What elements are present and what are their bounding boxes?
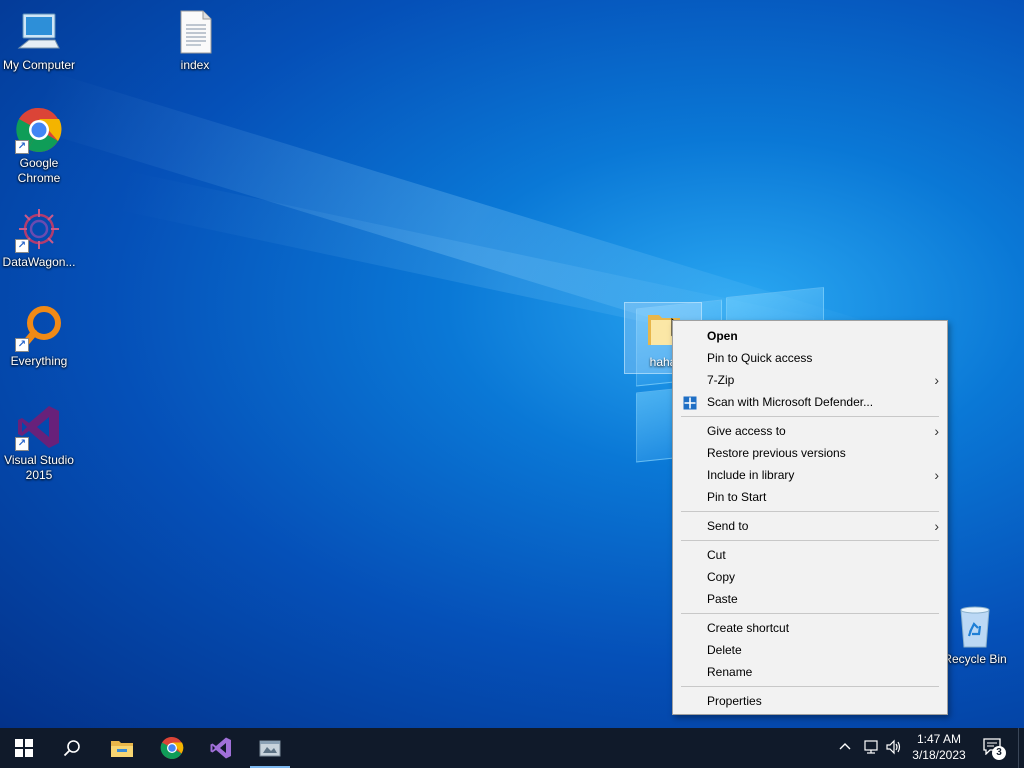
- menu-item-label: Include in library: [707, 468, 795, 482]
- taskbar-chrome[interactable]: [148, 728, 196, 768]
- menu-item-send-to[interactable]: Send to ›: [673, 515, 947, 537]
- shortcut-arrow-icon: ↗: [15, 140, 29, 154]
- chrome-icon: [160, 736, 184, 759]
- menu-item-cut[interactable]: Cut: [673, 544, 947, 566]
- menu-item-label: Copy: [707, 570, 736, 584]
- menu-item-properties[interactable]: Properties: [673, 690, 947, 712]
- windows-start-icon: [15, 739, 33, 757]
- menu-item-label: 7-Zip: [707, 373, 735, 387]
- menu-item-delete[interactable]: Delete: [673, 639, 947, 661]
- notification-count-badge: 3: [992, 746, 1006, 760]
- menu-item-label: Give access to: [707, 424, 786, 438]
- menu-item-label: Restore previous versions: [707, 446, 846, 460]
- clock-date: 3/18/2023: [912, 748, 966, 762]
- taskbar-app-window[interactable]: [246, 728, 294, 768]
- taskbar: 1:47 AM 3/18/2023 3: [0, 728, 1024, 768]
- shortcut-arrow-icon: ↗: [15, 437, 29, 451]
- desktop-icon-label: Everything: [10, 354, 68, 368]
- visual-studio-icon: [210, 737, 231, 759]
- menu-separator: [681, 613, 939, 614]
- everything-search-icon: ↗: [15, 304, 63, 352]
- chevron-right-icon: ›: [934, 423, 939, 439]
- menu-item-open[interactable]: Open: [673, 325, 947, 347]
- desktop[interactable]: My Computer index ↗ Google Chrome ↗ Data…: [0, 0, 1024, 728]
- desktop-icon-label: index: [180, 58, 210, 72]
- menu-item-create-shortcut[interactable]: Create shortcut: [673, 617, 947, 639]
- menu-item-label: Pin to Start: [707, 490, 767, 504]
- action-center-button[interactable]: 3: [982, 737, 1006, 760]
- desktop-icon-everything[interactable]: ↗ Everything: [0, 304, 78, 369]
- menu-item-label: Properties: [707, 694, 762, 708]
- taskbar-file-explorer[interactable]: [98, 728, 146, 768]
- menu-item-scan-defender[interactable]: Scan with Microsoft Defender...: [673, 391, 947, 413]
- desktop-icon-label: Visual Studio 2015: [4, 453, 74, 482]
- shortcut-arrow-icon: ↗: [15, 338, 29, 352]
- chevron-up-icon: [839, 743, 851, 750]
- taskbar-search-button[interactable]: [48, 728, 96, 768]
- desktop-icon-label: DataWagon...: [2, 255, 76, 269]
- menu-item-label: Open: [707, 329, 738, 343]
- chevron-right-icon: ›: [934, 518, 939, 534]
- menu-item-label: Scan with Microsoft Defender...: [707, 395, 874, 409]
- menu-item-label: Rename: [707, 665, 753, 679]
- clock-time: 1:47 AM: [916, 732, 962, 746]
- menu-item-label: Send to: [707, 519, 749, 533]
- recycle-bin-icon: [951, 602, 999, 650]
- speaker-icon: [886, 739, 901, 755]
- menu-item-rename[interactable]: Rename: [673, 661, 947, 683]
- tray-network[interactable]: [862, 739, 880, 760]
- desktop-icon-my-computer[interactable]: My Computer: [0, 8, 78, 73]
- menu-item-paste[interactable]: Paste: [673, 588, 947, 610]
- menu-item-label: Paste: [707, 592, 738, 606]
- visual-studio-icon: ↗: [15, 403, 63, 451]
- search-icon: [63, 740, 80, 757]
- desktop-icon-visual-studio[interactable]: ↗ Visual Studio 2015: [0, 403, 78, 483]
- menu-item-label: Delete: [707, 643, 742, 657]
- start-button[interactable]: [0, 728, 48, 768]
- defender-shield-icon: [683, 395, 697, 410]
- menu-separator: [681, 416, 939, 417]
- chrome-icon: ↗: [15, 106, 63, 154]
- menu-item-give-access-to[interactable]: Give access to ›: [673, 420, 947, 442]
- desktop-icon-google-chrome[interactable]: ↗ Google Chrome: [0, 106, 78, 186]
- chevron-right-icon: ›: [934, 372, 939, 388]
- menu-item-copy[interactable]: Copy: [673, 566, 947, 588]
- tray-clock[interactable]: 1:47 AM 3/18/2023: [906, 731, 972, 764]
- menu-item-label: Create shortcut: [707, 621, 790, 635]
- network-icon: [864, 740, 878, 754]
- shortcut-arrow-icon: ↗: [15, 239, 29, 253]
- tray-volume[interactable]: [885, 739, 903, 760]
- desktop-icon-label: My Computer: [2, 58, 76, 72]
- taskbar-visual-studio[interactable]: [197, 728, 245, 768]
- menu-item-include-in-library[interactable]: Include in library ›: [673, 464, 947, 486]
- menu-separator: [681, 686, 939, 687]
- computer-icon: [15, 8, 63, 56]
- tray-show-hidden-icons[interactable]: [838, 739, 852, 758]
- menu-separator: [681, 511, 939, 512]
- menu-item-label: Cut: [707, 548, 726, 562]
- show-desktop-button[interactable]: [1018, 728, 1024, 768]
- menu-item-label: Pin to Quick access: [707, 351, 813, 365]
- desktop-icon-index[interactable]: index: [156, 8, 234, 73]
- desktop-icon-label: Google Chrome: [17, 156, 61, 185]
- menu-item-7zip[interactable]: 7-Zip ›: [673, 369, 947, 391]
- menu-item-pin-to-start[interactable]: Pin to Start: [673, 486, 947, 508]
- context-menu: Open Pin to Quick access 7-Zip › Scan wit…: [672, 320, 948, 715]
- desktop-icon-datawagon[interactable]: ↗ DataWagon...: [0, 205, 78, 270]
- app-window-icon: [259, 740, 281, 757]
- menu-separator: [681, 540, 939, 541]
- menu-item-restore-previous-versions[interactable]: Restore previous versions: [673, 442, 947, 464]
- menu-item-pin-to-quick-access[interactable]: Pin to Quick access: [673, 347, 947, 369]
- datawagon-icon: ↗: [15, 205, 63, 253]
- chevron-right-icon: ›: [934, 467, 939, 483]
- file-explorer-icon: [111, 741, 133, 757]
- text-file-icon: [171, 8, 219, 56]
